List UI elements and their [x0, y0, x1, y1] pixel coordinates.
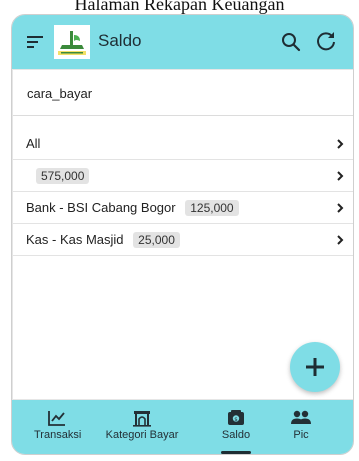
phone-frame: Saldo cara_bayar All 575,000 Bank - BSI … [11, 14, 354, 455]
app-bar: Saldo [12, 15, 353, 69]
add-button[interactable] [290, 342, 340, 392]
wallet-icon: $ [228, 410, 244, 425]
nav-kategori-bayar[interactable]: Kategori Bayar [102, 400, 182, 454]
chevron-right-icon [337, 235, 344, 245]
filter-label: cara_bayar [27, 86, 93, 101]
amount-badge: 125,000 [185, 200, 239, 216]
page-heading: Halaman Rekapan Keuangan [74, 0, 285, 14]
chart-icon [48, 411, 65, 426]
list-item-label: All [26, 136, 41, 151]
nav-label: Pic [293, 429, 309, 441]
search-icon[interactable] [280, 31, 302, 53]
nav-transaksi[interactable]: Transaksi [34, 400, 82, 454]
nav-label: Saldo [221, 429, 251, 441]
chevron-right-icon [337, 203, 344, 213]
bottom-nav: Transaksi Kategori Bayar $ Saldo Pic [12, 400, 353, 454]
chevron-right-icon [337, 171, 344, 181]
refresh-icon[interactable] [315, 30, 337, 52]
list-item-label: Bank - BSI Cabang Bogor [26, 200, 176, 215]
list-item-total[interactable]: 575,000 [13, 160, 353, 192]
nav-pic[interactable]: Pic [276, 400, 326, 454]
chevron-right-icon [337, 139, 344, 149]
list-item-kas[interactable]: Kas - Kas Masjid 25,000 [13, 224, 353, 256]
svg-text:$: $ [234, 417, 238, 423]
mosque-icon [133, 411, 151, 427]
list-item-bank[interactable]: Bank - BSI Cabang Bogor 125,000 [13, 192, 353, 224]
logo [54, 25, 90, 59]
nav-label: Transaksi [34, 429, 82, 441]
plus-icon [306, 358, 324, 376]
active-indicator [221, 451, 251, 454]
list-item-label: Kas - Kas Masjid [26, 232, 124, 247]
amount-badge: 25,000 [133, 232, 180, 248]
people-icon [291, 410, 311, 424]
divider [13, 115, 353, 116]
menu-icon[interactable] [25, 32, 45, 52]
app-title: Saldo [98, 31, 142, 50]
nav-saldo[interactable]: $ Saldo [198, 400, 274, 454]
list-item-all[interactable]: All [13, 128, 353, 160]
amount-badge: 575,000 [36, 168, 90, 184]
nav-label: Kategori Bayar [105, 429, 179, 441]
